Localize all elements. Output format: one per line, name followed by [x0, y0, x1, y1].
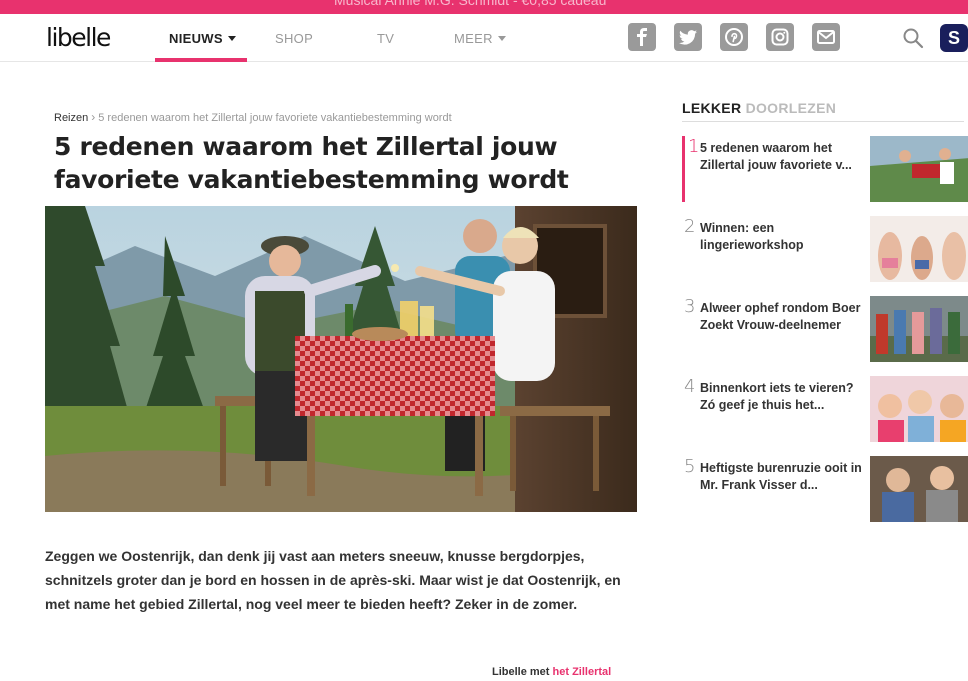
- nav-label: SHOP: [275, 31, 314, 46]
- article-intro: Zeggen we Oostenrijk, dan denk jij vast …: [45, 548, 621, 612]
- article-headline: Winnen: een lingerieworkshop: [700, 221, 804, 252]
- search-icon[interactable]: [902, 27, 924, 49]
- credit-link[interactable]: het Zillertal: [553, 666, 612, 678]
- article-rank: 2: [684, 216, 696, 237]
- site-logo[interactable]: libelle: [46, 23, 111, 52]
- article-thumbnail: [870, 376, 968, 442]
- article-hero-image[interactable]: [45, 206, 637, 512]
- sponsor-credit: Libelle met het Zillertal: [492, 666, 611, 678]
- article-rank: 5: [684, 456, 696, 477]
- chevron-down-icon: [497, 36, 506, 41]
- breadcrumb: Reizen › 5 redenen waarom het Zillertal jo…: [54, 110, 452, 124]
- sidebar-heading: LEKKER DOORLEZEN: [682, 100, 836, 116]
- pinterest-icon[interactable]: [720, 23, 748, 51]
- chevron-right-icon: ›: [91, 110, 96, 124]
- article-headline: Heftigste burenruzie ooit in Mr. Frank V…: [700, 461, 862, 492]
- article-title: 5 redenen waarom het Zillertal jouw favo…: [54, 132, 569, 194]
- sidebar-article-2[interactable]: 2 Winnen: een lingerieworkshop: [682, 216, 968, 286]
- nav-shop[interactable]: SHOP: [275, 31, 313, 46]
- facebook-icon[interactable]: [628, 23, 656, 51]
- sidebar-article-4[interactable]: 4 Binnenkort iets te vieren? Zó geef je …: [682, 376, 968, 446]
- account-button[interactable]: S: [940, 24, 968, 52]
- nav-label: NIEUWS: [169, 31, 223, 46]
- mail-icon[interactable]: [812, 23, 840, 51]
- sidebar-article-3[interactable]: 3 Alweer ophef rondom Boer Zoekt Vrouw-d…: [682, 296, 968, 366]
- breadcrumb-current: 5 redenen waarom het Zillertal jouw favo…: [98, 112, 452, 124]
- article-thumbnail: [870, 216, 968, 282]
- article-thumbnail: [870, 296, 968, 362]
- article-rank: 1: [688, 136, 700, 157]
- nav-nieuws[interactable]: NIEUWS: [169, 31, 236, 46]
- site-header: libelle NIEUWS SHOP TV MEER S: [0, 14, 968, 62]
- active-indicator: [682, 136, 685, 202]
- nav-tv[interactable]: TV: [377, 31, 394, 46]
- breadcrumb-root-link[interactable]: Reizen: [54, 112, 88, 124]
- chevron-down-icon: [227, 36, 236, 41]
- promo-bar[interactable]: Musical Annie M.G. Schmidt - €0,85 cadea…: [0, 0, 968, 14]
- nav-label: MEER: [454, 31, 493, 46]
- promo-text[interactable]: Musical Annie M.G. Schmidt - €0,85 cadea…: [334, 0, 606, 8]
- twitter-icon[interactable]: [674, 23, 702, 51]
- sidebar-heading-bold: LEKKER: [682, 100, 742, 116]
- article-thumbnail: [870, 136, 968, 202]
- sidebar-heading-light: DOORLEZEN: [745, 100, 837, 116]
- sidebar-article-5[interactable]: 5 Heftigste burenruzie ooit in Mr. Frank…: [682, 456, 968, 526]
- article-rank: 4: [684, 376, 696, 397]
- instagram-icon[interactable]: [766, 23, 794, 51]
- article-headline: 5 redenen waarom het Zillertal jouw favo…: [700, 141, 852, 172]
- nav-meer[interactable]: MEER: [454, 31, 506, 46]
- sidebar-divider: [682, 121, 964, 122]
- nav-active-indicator: [155, 58, 247, 62]
- article-headline: Alweer ophef rondom Boer Zoekt Vrouw-dee…: [700, 301, 861, 332]
- article-rank: 3: [684, 296, 696, 317]
- sidebar-article-1[interactable]: 1 5 redenen waarom het Zillertal jouw fa…: [682, 136, 968, 206]
- nav-label: TV: [377, 31, 395, 46]
- credit-prefix: Libelle met: [492, 666, 550, 678]
- article-headline: Binnenkort iets te vieren? Zó geef je th…: [700, 381, 854, 412]
- article-thumbnail: [870, 456, 968, 522]
